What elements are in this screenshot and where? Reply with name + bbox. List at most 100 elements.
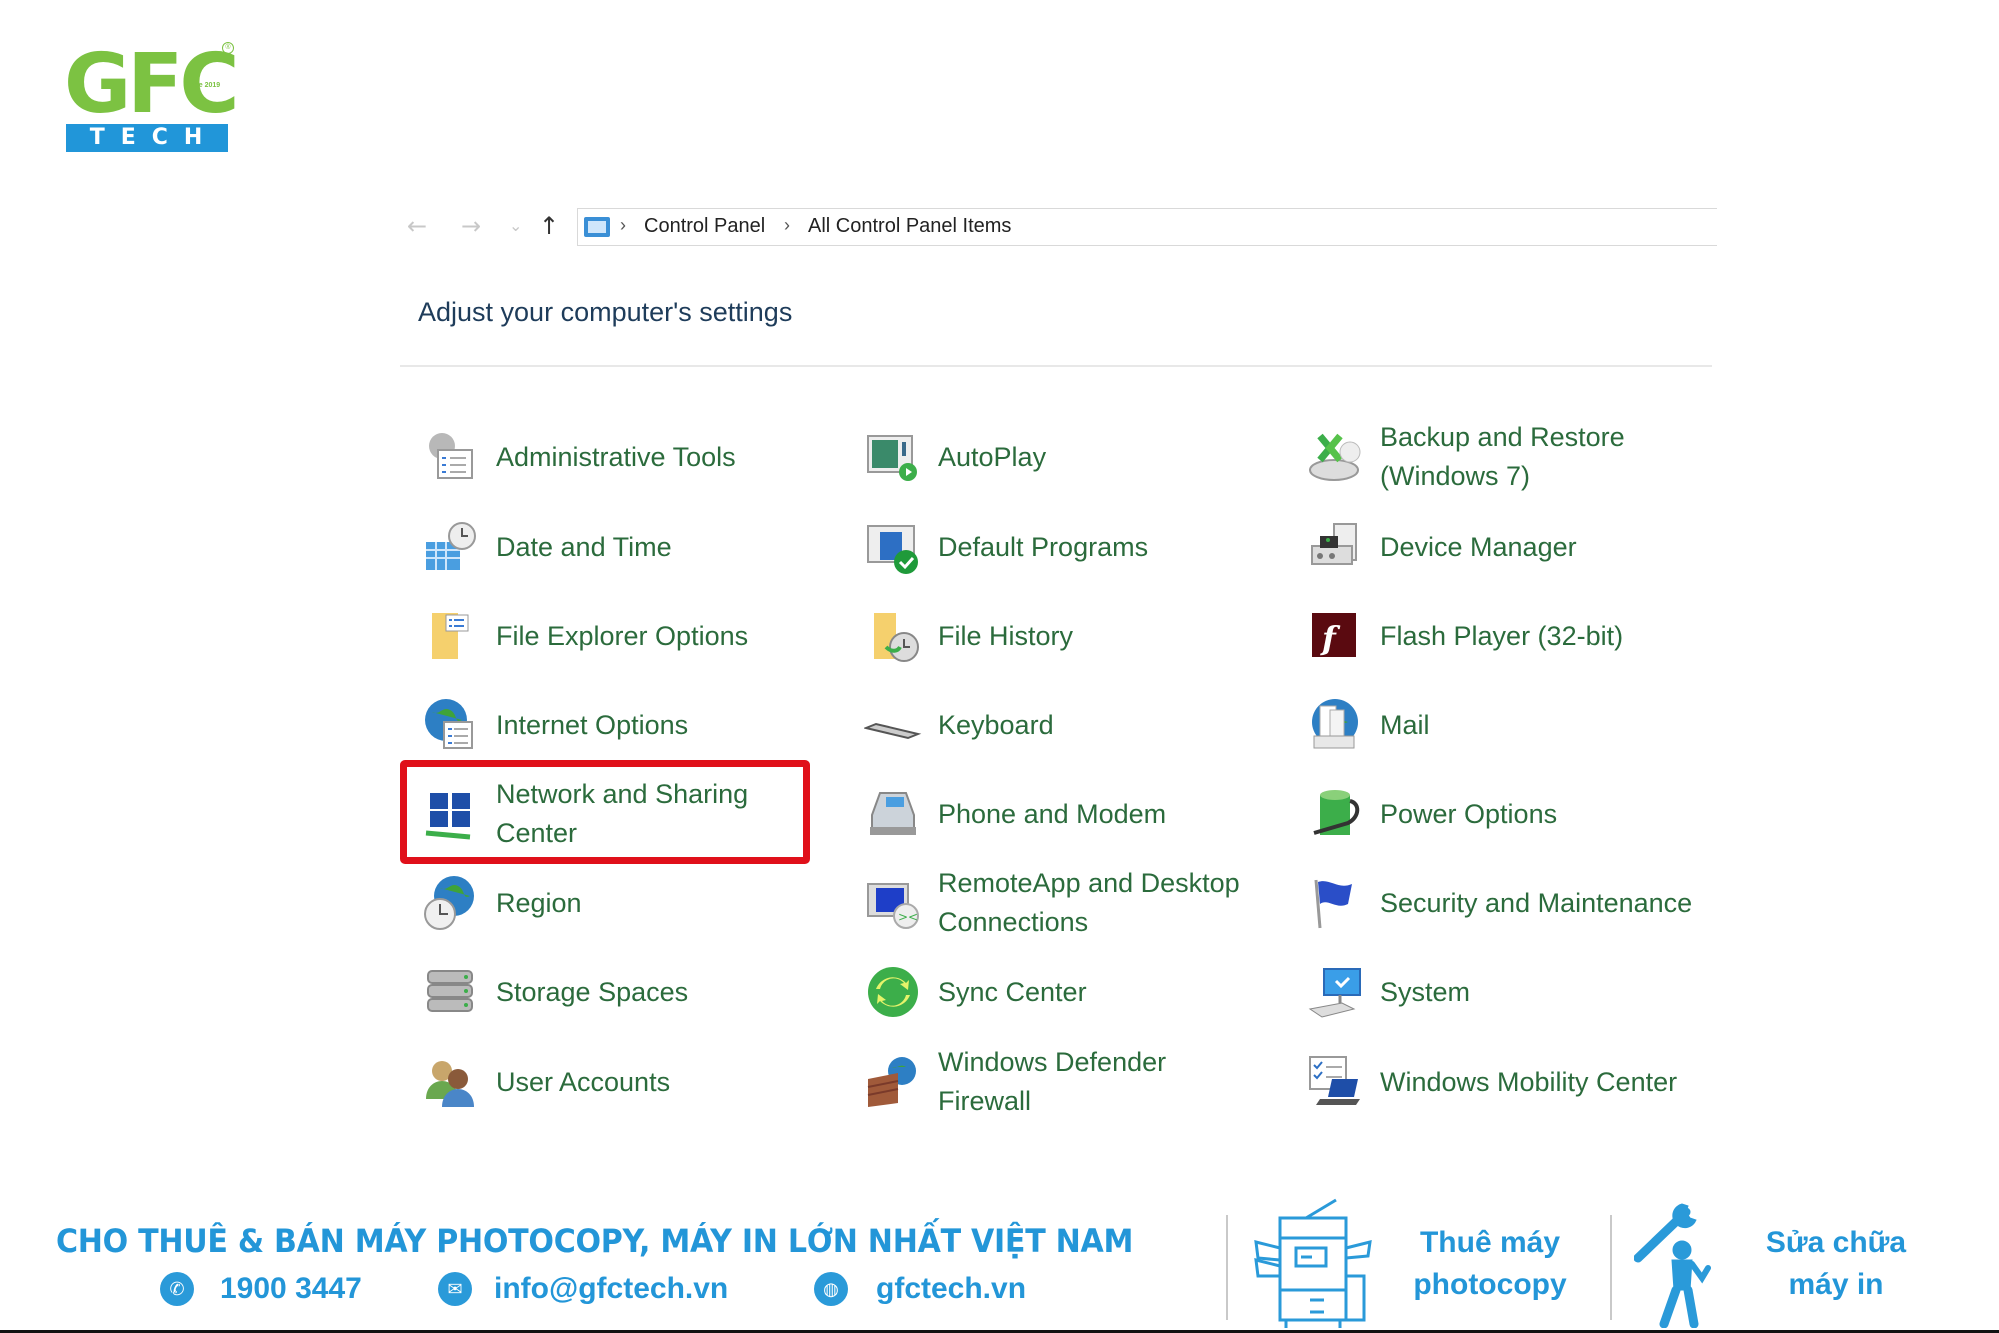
users-icon <box>422 1053 480 1111</box>
item-label: AutoPlay <box>938 441 1047 472</box>
website-link[interactable]: gfctech.vn <box>876 1272 1026 1306</box>
control-panel-item-autoplay[interactable]: AutoPlay <box>864 417 1284 497</box>
footer-website: ◍ gfctech.vn <box>814 1272 1026 1306</box>
page-title: Adjust your computer's settings <box>418 297 793 327</box>
control-panel-item-administrative-tools[interactable]: Administrative Tools <box>422 417 842 497</box>
explorer-nav-bar: ← → ⌄ ↑ › Control Panel › All Control Pa… <box>405 208 1717 248</box>
email-address[interactable]: info@gfctech.vn <box>494 1272 728 1306</box>
mail-icon: ✉ <box>438 1272 472 1306</box>
control-panel-item-sync-center[interactable]: Sync Center <box>864 952 1284 1032</box>
svg-text:><: >< <box>898 910 918 924</box>
forward-button[interactable]: → <box>461 212 481 240</box>
logo-since: Since 2019 <box>184 82 221 89</box>
item-label: Power Options <box>1380 798 1558 829</box>
remoteapp-icon: >< <box>864 874 922 932</box>
item-label: File Explorer Options <box>496 620 749 651</box>
internet-options-icon <box>422 696 480 754</box>
item-label: Internet Options <box>496 709 689 740</box>
flash-icon: f <box>1306 607 1364 665</box>
admin-tools-icon <box>422 428 480 486</box>
folder-options-icon <box>422 607 480 665</box>
footer-divider <box>1226 1215 1228 1320</box>
control-panel-item-backup-and-restore-windows-7[interactable]: Backup and Restore (Windows 7) <box>1306 417 1726 497</box>
control-panel-item-remoteapp-and-desktop-connections[interactable]: >< RemoteApp and Desktop Connections <box>864 863 1284 943</box>
control-panel-item-phone-and-modem[interactable]: Phone and Modem <box>864 774 1284 854</box>
registered-mark: ® <box>222 42 234 54</box>
item-label: Flash Player (32-bit) <box>1380 620 1624 651</box>
item-label: Sync Center <box>938 976 1087 1007</box>
control-panel-item-windows-defender-firewall[interactable]: Windows Defender Firewall <box>864 1042 1284 1122</box>
back-button[interactable]: ← <box>407 212 427 240</box>
breadcrumb-all-items[interactable]: All Control Panel Items <box>808 215 1011 238</box>
item-label: File History <box>938 620 1074 651</box>
breadcrumb-separator: › <box>620 215 626 235</box>
phone-icon: ✆ <box>160 1272 194 1306</box>
item-label: Storage Spaces <box>496 976 689 1007</box>
item-label: Administrative Tools <box>496 441 736 472</box>
item-label: System <box>1380 976 1471 1007</box>
control-panel-item-power-options[interactable]: Power Options <box>1306 774 1726 854</box>
item-label: Date and Time <box>496 531 672 562</box>
default-programs-icon <box>864 518 922 576</box>
footer-email: ✉ info@gfctech.vn <box>438 1272 728 1306</box>
promo-printer-repair[interactable]: Sửa chữa máy in <box>1746 1222 1926 1306</box>
gfc-logo: GFC Since 2019 ® TECH <box>64 40 240 158</box>
file-history-icon <box>864 607 922 665</box>
firewall-icon <box>864 1053 922 1111</box>
control-panel-item-user-accounts[interactable]: User Accounts <box>422 1042 842 1122</box>
item-label: Backup and Restore (Windows 7) <box>1380 422 1625 491</box>
item-label: Default Programs <box>938 531 1149 562</box>
device-manager-icon <box>1306 518 1364 576</box>
promo-rent-photocopy[interactable]: Thuê máy photocopy <box>1400 1222 1580 1306</box>
phone-icon <box>864 785 922 843</box>
breadcrumb-separator: › <box>784 215 790 235</box>
control-panel-item-security-and-maintenance[interactable]: Security and Maintenance <box>1306 863 1726 943</box>
control-panel-item-internet-options[interactable]: Internet Options <box>422 685 842 765</box>
footer-phone: ✆ 1900 3447 <box>160 1272 362 1306</box>
sync-icon <box>864 963 922 1021</box>
control-panel-item-storage-spaces[interactable]: Storage Spaces <box>422 952 842 1032</box>
promo-repair-label: Sửa chữa máy in <box>1765 1226 1907 1301</box>
item-label: Security and Maintenance <box>1380 887 1693 918</box>
storage-icon <box>422 963 480 1021</box>
control-panel-item-date-and-time[interactable]: Date and Time <box>422 507 842 587</box>
item-label: RemoteApp and Desktop Connections <box>938 868 1240 937</box>
keyboard-icon <box>862 696 922 754</box>
divider <box>400 365 1712 367</box>
control-panel-item-file-history[interactable]: File History <box>864 596 1284 676</box>
promo-rent-label: Thuê máy photocopy <box>1413 1226 1567 1301</box>
logo-tech-bar: TECH <box>66 124 228 152</box>
item-label: Region <box>496 887 582 918</box>
control-panel-item-keyboard[interactable]: Keyboard <box>862 685 1284 765</box>
breadcrumb-control-panel[interactable]: Control Panel <box>644 215 765 238</box>
photocopier-icon <box>1254 1198 1372 1328</box>
item-label: Keyboard <box>938 709 1054 740</box>
region-icon <box>422 874 480 932</box>
up-button[interactable]: ↑ <box>539 212 559 240</box>
recent-locations-button[interactable]: ⌄ <box>509 216 522 235</box>
control-panel-item-flash-player-32-bit[interactable]: f Flash Player (32-bit) <box>1306 596 1726 676</box>
item-label: Windows Defender Firewall <box>938 1047 1167 1116</box>
item-label: Phone and Modem <box>938 798 1167 829</box>
item-label: User Accounts <box>496 1066 671 1097</box>
control-panel-icon <box>584 217 610 237</box>
date-time-icon <box>422 518 480 576</box>
phone-number[interactable]: 1900 3447 <box>220 1272 362 1306</box>
footer-slogan: CHO THUÊ & BÁN MÁY PHOTOCOPY, MÁY IN LỚN… <box>56 1222 1134 1260</box>
backup-icon <box>1306 428 1364 486</box>
mobility-icon <box>1306 1053 1364 1111</box>
globe-icon: ◍ <box>814 1272 848 1306</box>
control-panel-item-file-explorer-options[interactable]: File Explorer Options <box>422 596 842 676</box>
repair-worker-icon <box>1634 1203 1711 1328</box>
item-label: Windows Mobility Center <box>1380 1066 1678 1097</box>
control-panel-item-default-programs[interactable]: Default Programs <box>864 507 1284 587</box>
control-panel-item-windows-mobility-center[interactable]: Windows Mobility Center <box>1306 1042 1726 1122</box>
address-bar[interactable]: › Control Panel › All Control Panel Item… <box>577 208 1717 246</box>
control-panel-item-system[interactable]: System <box>1306 952 1726 1032</box>
footer-divider <box>1610 1215 1612 1320</box>
mail-icon <box>1306 696 1364 754</box>
control-panel-item-region[interactable]: Region <box>422 863 842 943</box>
control-panel-item-mail[interactable]: Mail <box>1306 685 1726 765</box>
autoplay-icon <box>864 428 922 486</box>
control-panel-item-device-manager[interactable]: Device Manager <box>1306 507 1726 587</box>
